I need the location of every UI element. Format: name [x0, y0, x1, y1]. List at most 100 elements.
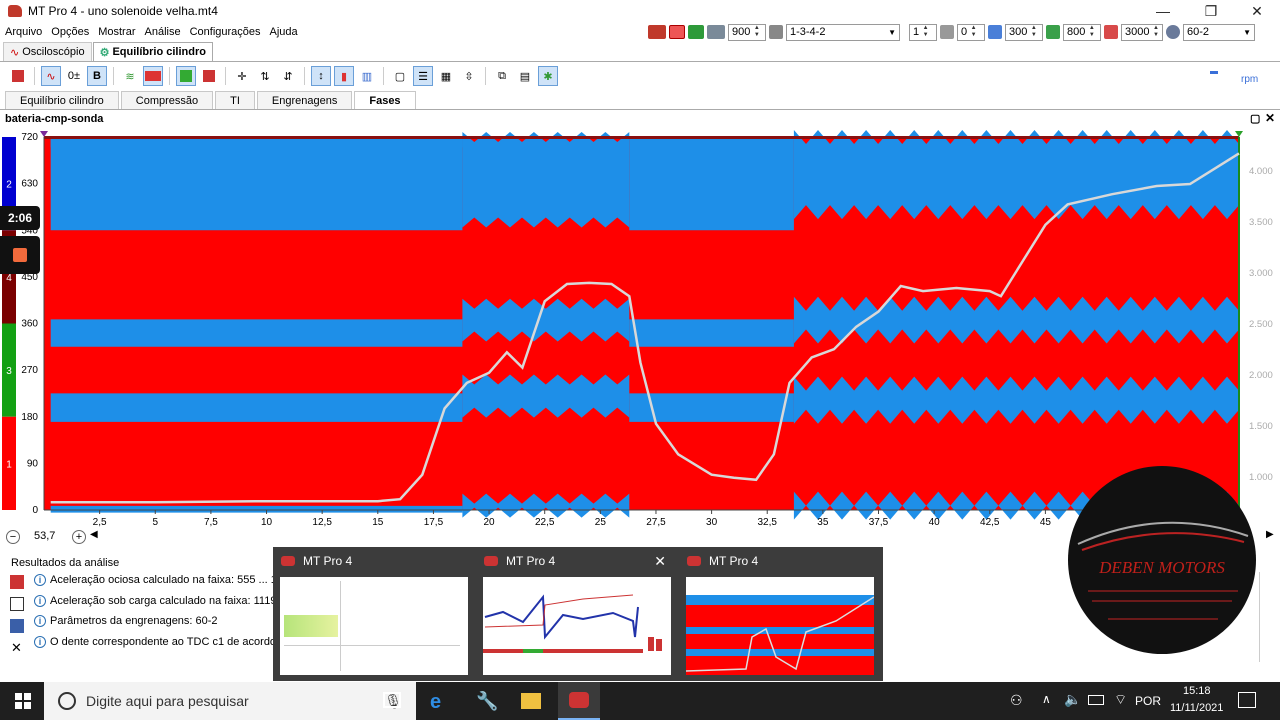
mt-pro-taskbar-button[interactable]: [558, 682, 600, 720]
speaker-icon[interactable]: 🔈: [1064, 691, 1081, 708]
tab-osciloscopio[interactable]: ∿ Osciloscópio: [3, 42, 92, 61]
histogram-icon[interactable]: ▥: [357, 66, 377, 86]
list-icon[interactable]: ☰: [413, 66, 433, 86]
v2-spinner[interactable]: 800 ▲ ▼: [1063, 23, 1101, 41]
menu-analise[interactable]: Análise: [145, 26, 181, 38]
preview-thumbnail: [686, 577, 874, 675]
restore-chart-icon[interactable]: ▢: [1250, 112, 1260, 125]
y-right-tick-label: 1.000: [1249, 472, 1273, 483]
display-icon[interactable]: [143, 66, 163, 86]
zoom-out-icon[interactable]: −: [6, 530, 20, 544]
offset-spinner[interactable]: 0 ▲ ▼: [957, 23, 985, 41]
tool-icon[interactable]: 🔧: [476, 691, 498, 712]
phase-chart[interactable]: 2431 720630540450360270180900 4.0003.500…: [0, 127, 1280, 545]
rpm-spinner-value: 900: [732, 26, 751, 38]
subtab-ti[interactable]: TI: [215, 91, 255, 109]
chevron-up-icon[interactable]: ∧: [1042, 692, 1051, 706]
battery-icon[interactable]: [1088, 695, 1104, 705]
menu-arquivo[interactable]: Arquivo: [5, 26, 42, 38]
wifi-icon[interactable]: ⌔: [1114, 691, 1127, 709]
lock-red-icon[interactable]: [669, 25, 685, 39]
menu-configuracoes[interactable]: Configurações: [190, 26, 261, 38]
menu-bar: Arquivo Opções Mostrar Análise Configura…: [0, 22, 640, 42]
close-chart-icon[interactable]: ✕: [1265, 111, 1275, 125]
zero-icon[interactable]: 0±: [64, 66, 84, 86]
x-tick-label: 37,5: [869, 517, 889, 528]
subtab-fases[interactable]: Fases: [354, 91, 416, 109]
copy-icon[interactable]: ⧉: [492, 66, 512, 86]
align-icon[interactable]: ⇳: [459, 66, 479, 86]
scale-icon[interactable]: ⇵: [278, 66, 298, 86]
v1-spinner[interactable]: 300 ▲ ▼: [1005, 23, 1043, 41]
menu-opcoes[interactable]: Opções: [51, 26, 89, 38]
scroll-left-icon[interactable]: ◀: [90, 529, 98, 540]
edge-icon[interactable]: e: [430, 691, 441, 714]
app-icon: [281, 556, 295, 566]
language-indicator[interactable]: POR: [1135, 694, 1161, 708]
results-scrollbar[interactable]: [1259, 572, 1271, 662]
car-icon[interactable]: [648, 25, 666, 39]
clear-icon[interactable]: [8, 66, 28, 86]
lock-green-icon[interactable]: [688, 25, 704, 39]
bug-icon[interactable]: ✱: [538, 66, 558, 86]
file-explorer-icon[interactable]: [521, 693, 541, 709]
save-results-icon[interactable]: [10, 619, 24, 633]
clock-date[interactable]: 11/11/2021: [1170, 702, 1223, 714]
v3-spinner[interactable]: 3000 ▲ ▼: [1121, 23, 1163, 41]
sort-asc-icon[interactable]: ↕: [311, 66, 331, 86]
preview-thumbnail: [280, 577, 468, 675]
x-tick-label: 10: [261, 517, 273, 528]
clear-results-icon[interactable]: [10, 575, 24, 589]
menu-mostrar[interactable]: Mostrar: [98, 26, 135, 38]
cylinder-label: 1: [6, 459, 12, 470]
filter-icon[interactable]: ≋: [120, 66, 140, 86]
preview-window-1[interactable]: MT Pro 4: [273, 547, 473, 681]
taskbar-search[interactable]: Digite aqui para pesquisar 🎙: [44, 682, 416, 720]
window-title: MT Pro 4 - uno solenoide velha.mt4: [28, 4, 218, 18]
legend-dash-icon: [1210, 71, 1218, 74]
firing-order-select[interactable]: 1-3-4-2 ▼: [786, 23, 900, 41]
copy-results-icon[interactable]: [10, 597, 24, 611]
subtab-equilibrio[interactable]: Equilíbrio cilindro: [5, 91, 119, 109]
marker-icon[interactable]: ⇅: [255, 66, 275, 86]
gear-icon: ⚙: [99, 46, 110, 59]
notification-icon[interactable]: [1238, 692, 1256, 708]
subtab-engrenagens[interactable]: Engrenagens: [256, 91, 353, 109]
grid-icon[interactable]: ▦: [436, 66, 456, 86]
stop-record-button[interactable]: [0, 236, 40, 274]
close-results-icon[interactable]: ✕: [11, 640, 22, 656]
tab-equilibrio-cilindro[interactable]: ⚙ Equilíbrio cilindro: [92, 42, 213, 61]
clock-time[interactable]: 15:18: [1183, 685, 1211, 697]
preview-window-2[interactable]: MT Pro 4 ✕: [476, 547, 676, 681]
close-preview-icon[interactable]: ✕: [654, 553, 666, 570]
export-icon[interactable]: [199, 66, 219, 86]
firing-order-icon: [769, 25, 783, 39]
menu-ajuda[interactable]: Ajuda: [270, 26, 298, 38]
preview-window-3[interactable]: MT Pro 4: [679, 547, 879, 681]
cursor-icon[interactable]: ✛: [232, 66, 252, 86]
y-right-tick-label: 2.500: [1249, 319, 1273, 330]
subtab-compressao[interactable]: Compressão: [120, 91, 214, 109]
minimize-button[interactable]: —: [1140, 0, 1186, 22]
bar-chart-icon[interactable]: ▮: [334, 66, 354, 86]
wheel-select[interactable]: 60-2 ▼: [1183, 23, 1255, 41]
cursor-value: 53,7: [34, 530, 56, 542]
scroll-right-icon[interactable]: ▶: [1266, 529, 1274, 540]
table-icon[interactable]: ▤: [515, 66, 535, 86]
window-icon[interactable]: ▢: [390, 66, 410, 86]
watermark-line: [1108, 618, 1218, 620]
close-button[interactable]: ✕: [1234, 0, 1280, 22]
chevron-down-icon: ▼: [1243, 27, 1251, 37]
bold-icon[interactable]: B: [87, 66, 107, 86]
zoom-in-icon[interactable]: +: [72, 530, 86, 544]
maximize-button[interactable]: ❐: [1188, 0, 1234, 22]
import-icon[interactable]: [176, 66, 196, 86]
task-view-icon[interactable]: [383, 692, 401, 708]
rpm-spinner[interactable]: 900 ▲ ▼: [728, 23, 766, 41]
signal-icon[interactable]: ∿: [41, 66, 61, 86]
people-icon[interactable]: ⚇: [1010, 692, 1023, 709]
x-tick-label: 42,5: [980, 517, 1000, 528]
windows-start-icon[interactable]: [15, 693, 31, 709]
cylinder-spinner[interactable]: 1 ▲ ▼: [909, 23, 937, 41]
x-tick-label: 40: [929, 517, 941, 528]
